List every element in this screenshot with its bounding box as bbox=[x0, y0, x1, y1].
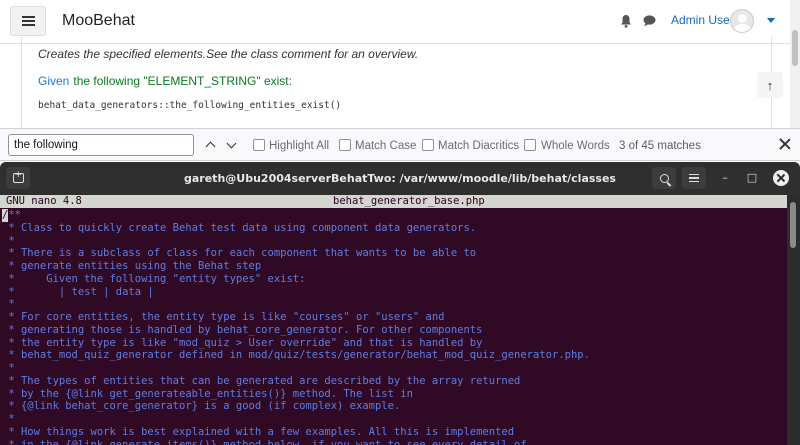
step-description: Creates the specified elements.See the c… bbox=[38, 47, 419, 61]
code-line: * Class to quickly create Behat test dat… bbox=[2, 221, 477, 234]
page-scrollbar-thumb[interactable] bbox=[792, 30, 798, 66]
code-text[interactable]: /** * Class to quickly create Behat test… bbox=[2, 209, 590, 445]
nano-version: GNU nano 4.8 bbox=[6, 195, 82, 207]
terminal-scrollbar-thumb[interactable] bbox=[790, 202, 796, 248]
nano-editor[interactable]: /** * Class to quickly create Behat test… bbox=[0, 208, 787, 445]
code-line: * How things work is best explained with… bbox=[2, 425, 515, 438]
step-keyword: Given bbox=[38, 74, 70, 88]
chevron-down-icon[interactable] bbox=[767, 18, 775, 23]
close-findbar-button[interactable] bbox=[777, 136, 793, 152]
site-name[interactable]: MooBehat bbox=[62, 12, 135, 30]
code-line: * {@link behat_core_generator} is a good… bbox=[2, 400, 401, 413]
code-line: * For core entities, the entity type is … bbox=[2, 311, 445, 323]
terminal-title: gareth@Ubu2004serverBehatTwo: /var/www/m… bbox=[184, 172, 616, 185]
code-line: * generate entities using the Behat step bbox=[2, 260, 262, 272]
find-next-button[interactable] bbox=[223, 137, 239, 153]
find-input[interactable] bbox=[8, 134, 194, 156]
code-line: * bbox=[2, 234, 15, 247]
terminal-search-button[interactable] bbox=[652, 167, 676, 189]
code-line: * bbox=[2, 298, 15, 311]
code-line: * in the {@link generate_items()} method… bbox=[2, 438, 527, 445]
arrow-up-icon: ↑ bbox=[766, 77, 774, 93]
nav-drawer-toggle-button[interactable] bbox=[10, 6, 46, 36]
search-icon bbox=[659, 173, 669, 183]
terminal-menu-button[interactable] bbox=[682, 167, 706, 189]
whole-words-checkbox[interactable] bbox=[524, 139, 536, 151]
step-code: behat_data_generators::the_following_ent… bbox=[38, 100, 342, 111]
code-line: * by the {@link get_generateable_entitie… bbox=[2, 387, 413, 400]
whole-words-label[interactable]: Whole Words bbox=[541, 140, 610, 152]
code-line: /** bbox=[2, 209, 21, 222]
back-to-top-button[interactable]: ↑ bbox=[757, 72, 783, 98]
highlight-all-checkbox[interactable] bbox=[253, 139, 265, 151]
code-line: * behat_mod_quiz_generator defined in mo… bbox=[2, 349, 590, 362]
step-definition: Given the following "ELEMENT_STRING" exis… bbox=[38, 74, 292, 88]
chevron-down-icon bbox=[226, 138, 236, 149]
step-text: the following "ELEMENT_STRING" exist: bbox=[73, 74, 292, 88]
maximize-button[interactable]: □ bbox=[745, 171, 759, 185]
text-cursor: / bbox=[2, 209, 9, 222]
code-line: * Given the following "entity types" exi… bbox=[2, 272, 306, 285]
code-line: * bbox=[2, 413, 15, 425]
close-window-button[interactable] bbox=[773, 170, 789, 186]
terminal-title-bar: gareth@Ubu2004serverBehatTwo: /var/www/m… bbox=[0, 162, 800, 195]
user-menu-name[interactable]: Admin User bbox=[671, 13, 734, 27]
find-previous-button[interactable] bbox=[202, 137, 218, 153]
bell-icon[interactable] bbox=[620, 14, 632, 28]
code-line: * the entity type is like "mod_quiz > Us… bbox=[2, 336, 483, 349]
hamburger-icon bbox=[21, 16, 35, 26]
match-diacritics-label[interactable]: Match Diacritics bbox=[438, 140, 519, 152]
minimize-button[interactable]: – bbox=[718, 171, 732, 185]
find-in-page-bar: Highlight All Match Case Match Diacritic… bbox=[0, 128, 800, 161]
code-line: * generating those is handled by behat_c… bbox=[2, 323, 483, 336]
highlight-all-label[interactable]: Highlight All bbox=[269, 140, 329, 152]
match-case-checkbox[interactable] bbox=[339, 139, 351, 151]
nano-file-name: behat_generator_base.php bbox=[333, 195, 485, 207]
match-count: 3 of 45 matches bbox=[619, 140, 701, 152]
avatar[interactable] bbox=[730, 9, 754, 33]
code-line: * The types of entities that can be gene… bbox=[2, 374, 521, 387]
chat-bubble-icon[interactable] bbox=[643, 15, 656, 27]
menu-icon bbox=[689, 174, 699, 182]
code-line: * | test | data | bbox=[2, 285, 154, 298]
match-case-label[interactable]: Match Case bbox=[355, 140, 416, 152]
nano-header: GNU nano 4.8 behat_generator_base.php bbox=[0, 195, 787, 208]
terminal-window: gareth@Ubu2004serverBehatTwo: /var/www/m… bbox=[0, 162, 800, 445]
match-diacritics-checkbox[interactable] bbox=[422, 139, 434, 151]
chevron-up-icon bbox=[205, 141, 215, 152]
code-line: * bbox=[2, 362, 15, 374]
code-line: * There is a subclass of class for each … bbox=[2, 247, 477, 260]
